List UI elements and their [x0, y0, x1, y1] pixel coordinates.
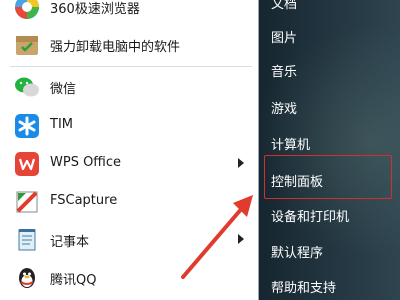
uninstall-box-icon [16, 36, 38, 55]
360-browser-icon [15, 0, 39, 19]
menu-item-default-programs[interactable]: 默认程序 [271, 242, 323, 261]
qq-penguin-icon [19, 268, 35, 288]
item-label: 360极速浏览器 [50, 2, 140, 17]
menu-item-documents[interactable]: 文档 [271, 0, 297, 12]
item-label: WPS Office [50, 155, 122, 170]
separator [10, 66, 252, 67]
wechat-icon [15, 77, 39, 97]
places-panel: 文档 图片 音乐 游戏 计算机 控制面板 设备和打印机 默认程序 帮助和支持 [259, 0, 400, 300]
menu-item-help-support[interactable]: 帮助和支持 [271, 277, 336, 296]
highlight-box [264, 155, 392, 199]
list-item-uninstall[interactable]: 强力卸载电脑中的软件 [0, 26, 258, 64]
fscapture-icon [16, 191, 38, 213]
item-label: FSCapture [50, 193, 118, 208]
menu-item-music[interactable]: 音乐 [271, 61, 297, 80]
notepad-icon [18, 229, 36, 251]
list-item-wechat[interactable]: 微信 [0, 68, 258, 106]
menu-item-computer[interactable]: 计算机 [271, 134, 310, 153]
menu-item-pictures[interactable]: 图片 [271, 27, 297, 46]
item-label: TIM [50, 117, 73, 132]
menu-item-devices-printers[interactable]: 设备和打印机 [271, 206, 349, 225]
list-item-wps-office[interactable]: WPS Office [0, 145, 258, 183]
item-label: 微信 [50, 82, 77, 97]
wps-icon [15, 152, 39, 176]
annotation-arrow-icon [181, 195, 253, 279]
item-label: 记事本 [50, 235, 90, 250]
item-label: 强力卸载电脑中的软件 [50, 40, 181, 55]
tim-icon [15, 114, 39, 138]
list-item-tim[interactable]: TIM [0, 107, 258, 145]
menu-item-games[interactable]: 游戏 [271, 98, 297, 117]
list-item-360-browser[interactable]: 360极速浏览器 [0, 0, 258, 26]
submenu-arrow-icon [238, 158, 244, 168]
item-label: 腾讯QQ [50, 273, 97, 288]
